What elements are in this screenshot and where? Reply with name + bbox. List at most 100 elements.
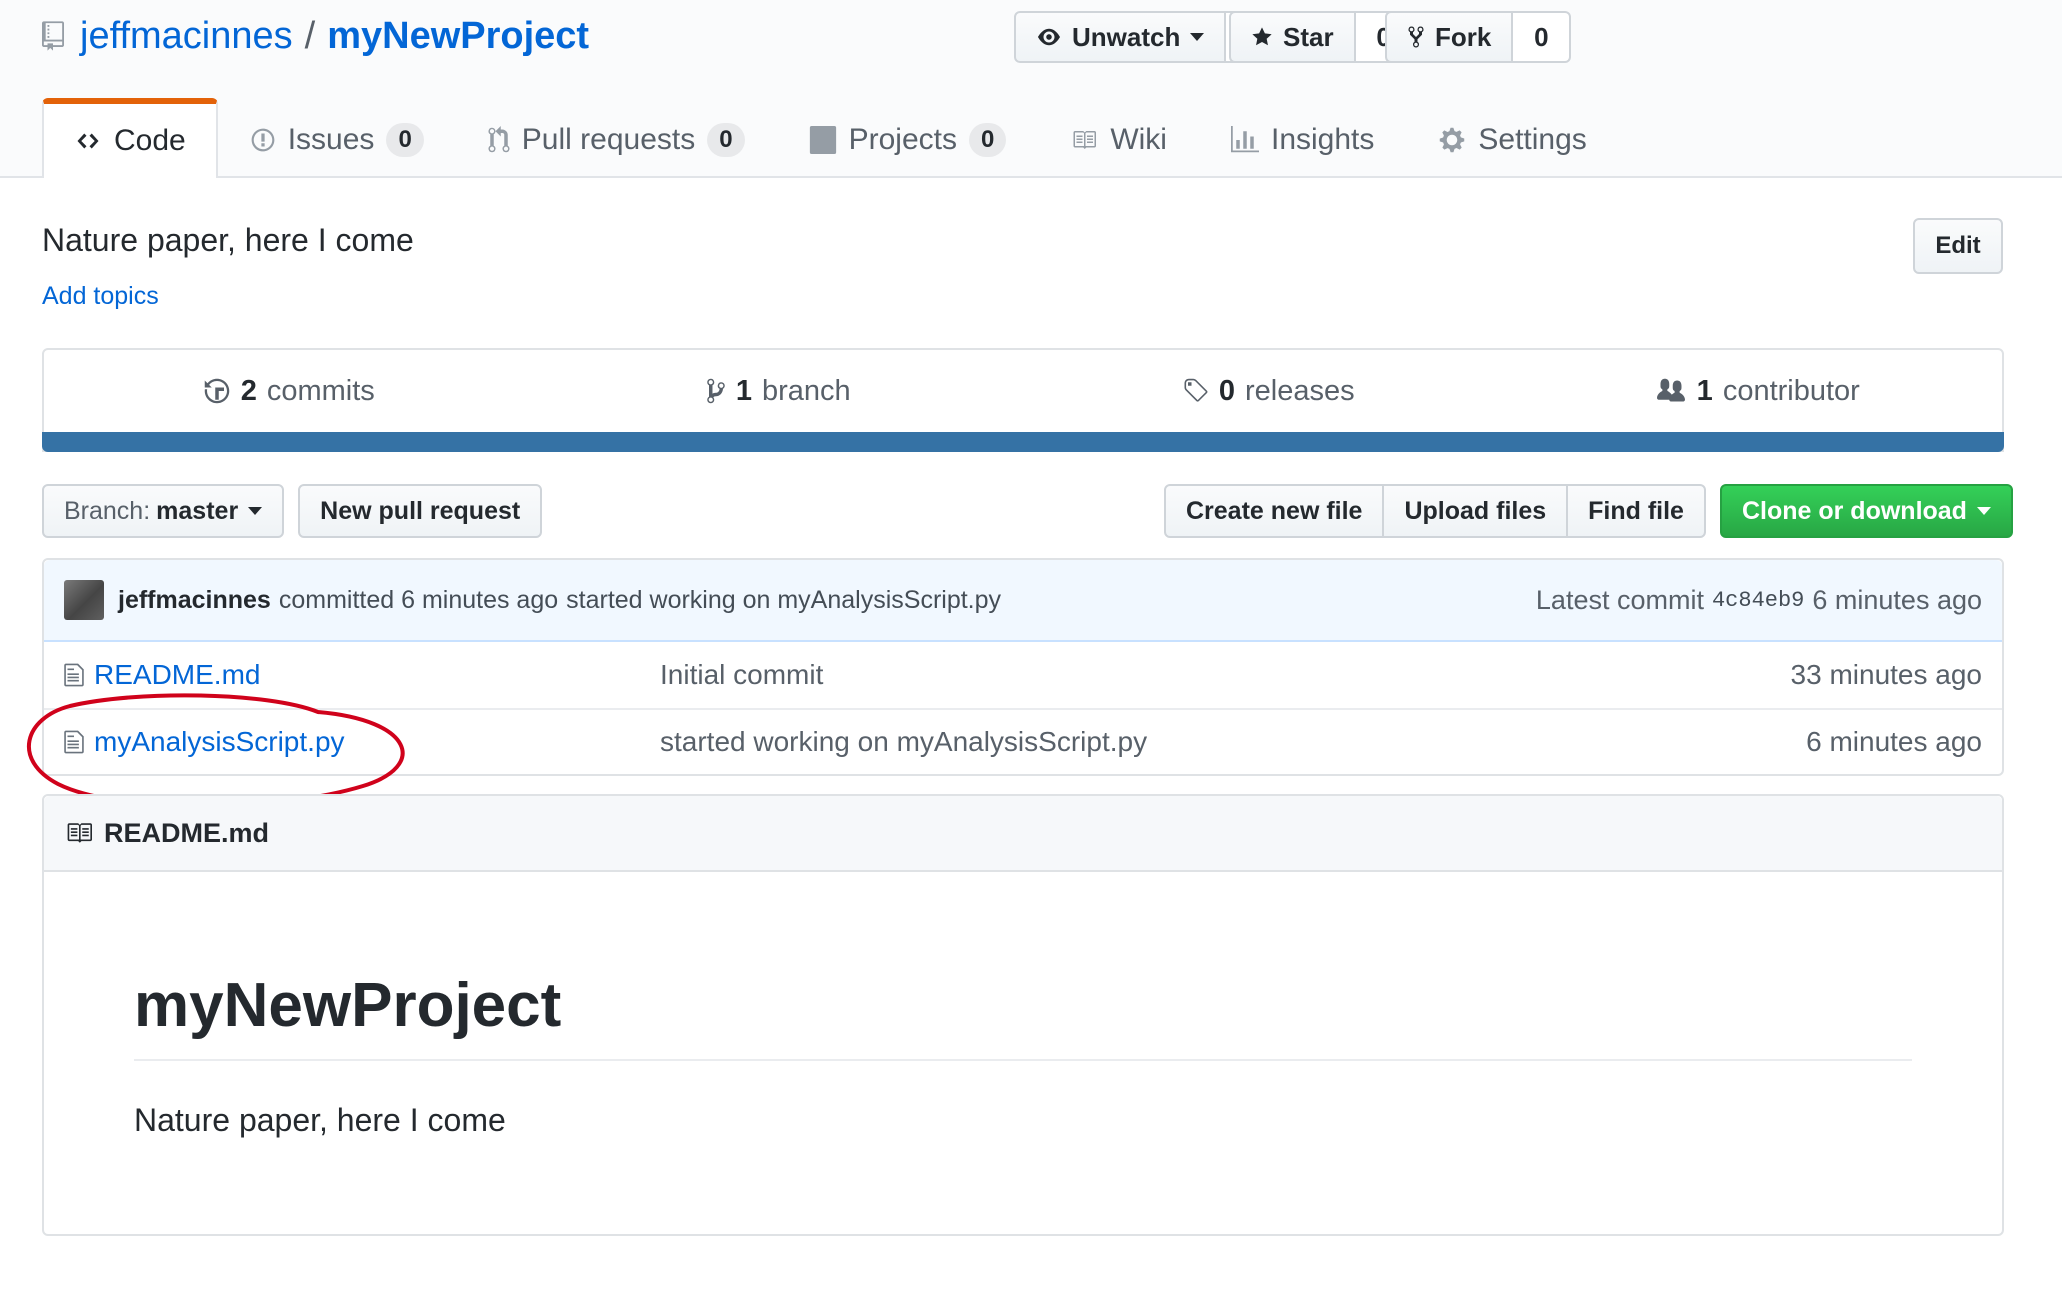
- code-icon: [74, 129, 102, 153]
- repo-header: jeffmacinnes / myNewProject Unwatch 1 St…: [0, 0, 2062, 178]
- commits-count: 2: [240, 374, 257, 407]
- tag-icon: [1181, 377, 1209, 405]
- commits-label: commits: [266, 374, 375, 407]
- star-label: Star: [1283, 21, 1334, 52]
- branches-label: branch: [761, 374, 851, 407]
- book-icon: [64, 820, 94, 846]
- branch-prefix: Branch:: [64, 496, 151, 525]
- find-file-button[interactable]: Find file: [1566, 484, 1706, 538]
- repo-nav: Code Issues 0 Pull requests 0 Projects 0: [42, 98, 1619, 178]
- branches-count: 1: [735, 374, 752, 407]
- latest-commit-label: Latest commit: [1535, 584, 1704, 615]
- file-commit-message-link[interactable]: Initial commit: [660, 659, 1791, 691]
- file-age: 6 minutes ago: [1806, 726, 1982, 757]
- star-icon: [1251, 26, 1273, 48]
- tab-projects[interactable]: Projects 0: [777, 98, 1039, 176]
- chevron-down-icon: [248, 507, 263, 515]
- new-pull-request-button[interactable]: New pull request: [298, 484, 543, 538]
- unwatch-button[interactable]: Unwatch: [1014, 11, 1227, 63]
- pull-requests-counter: 0: [707, 122, 745, 158]
- add-topics-link[interactable]: Add topics: [42, 282, 159, 311]
- tab-code-label: Code: [114, 124, 186, 157]
- graph-icon: [1230, 126, 1259, 154]
- issues-counter: 0: [386, 122, 424, 158]
- git-branch-icon: [706, 377, 726, 405]
- fork-icon: [1407, 25, 1425, 49]
- tab-insights-label: Insights: [1270, 123, 1375, 156]
- forks-count[interactable]: 0: [1513, 11, 1572, 63]
- file-action-group: Create new file Upload files Find file: [1164, 484, 1706, 538]
- clone-or-download-button[interactable]: Clone or download: [1719, 484, 2013, 538]
- issue-icon: [250, 127, 276, 153]
- tab-projects-label: Projects: [848, 123, 957, 156]
- tab-settings-label: Settings: [1478, 123, 1587, 156]
- releases-count: 0: [1218, 374, 1235, 407]
- file-age: 33 minutes ago: [1790, 659, 1982, 690]
- contributors-link[interactable]: 1 contributor: [1513, 350, 2003, 432]
- fork-button[interactable]: Fork: [1385, 11, 1514, 63]
- branches-link[interactable]: 1 branch: [534, 350, 1024, 432]
- unwatch-label: Unwatch: [1072, 21, 1181, 52]
- releases-label: releases: [1245, 374, 1355, 407]
- readme-body: Nature paper, here I come: [134, 1102, 506, 1138]
- chevron-down-icon: [1976, 507, 1991, 515]
- tab-settings[interactable]: Settings: [1406, 98, 1618, 176]
- commit-time-text: committed 6 minutes ago: [278, 585, 559, 614]
- history-icon: [203, 377, 231, 405]
- commit-sha-link[interactable]: 4c84eb9: [1712, 588, 1804, 613]
- star-button[interactable]: Star: [1229, 11, 1356, 63]
- file-list: jeffmacinnes committed 6 minutes ago sta…: [42, 558, 2004, 776]
- branch-controls: Branch: master New pull request: [42, 484, 543, 538]
- tab-issues[interactable]: Issues 0: [218, 98, 456, 176]
- readme-heading: myNewProject: [134, 970, 1912, 1061]
- tab-insights[interactable]: Insights: [1199, 98, 1406, 176]
- readme-filename: README.md: [104, 817, 270, 848]
- repo-owner-link[interactable]: jeffmacinnes: [80, 15, 293, 58]
- fork-label: Fork: [1435, 21, 1492, 52]
- contributors-label: contributor: [1722, 374, 1860, 407]
- latest-commit-bar: jeffmacinnes committed 6 minutes ago sta…: [44, 560, 2002, 642]
- file-commit-message-link[interactable]: started working on myAnalysisScript.py: [660, 726, 1806, 758]
- file-name-link[interactable]: myAnalysisScript.py: [94, 726, 345, 758]
- file-icon: [64, 729, 84, 755]
- numbers-summary: 2 commits 1 branch 0 releases 1 contribu…: [42, 348, 2004, 452]
- tab-wiki-label: Wiki: [1110, 123, 1167, 156]
- latest-commit-age: 6 minutes ago: [1812, 584, 1982, 615]
- tab-code[interactable]: Code: [42, 98, 218, 178]
- language-bar[interactable]: [42, 432, 2004, 452]
- organization-icon: [1655, 377, 1687, 405]
- tab-pull-requests[interactable]: Pull requests 0: [456, 98, 777, 176]
- repo-path-separator: /: [304, 14, 316, 57]
- fork-group: Fork 0: [1385, 11, 1572, 63]
- table-row: README.md Initial commit 33 minutes ago: [44, 642, 2002, 708]
- create-new-file-button[interactable]: Create new file: [1164, 484, 1385, 538]
- project-icon: [809, 126, 837, 154]
- tab-wiki[interactable]: Wiki: [1038, 98, 1199, 176]
- repo-title: jeffmacinnes / myNewProject: [42, 12, 589, 60]
- repo-icon: [42, 20, 64, 52]
- latest-commit-info: Latest commit 4c84eb9 6 minutes ago: [1536, 585, 1982, 616]
- git-pull-request-icon: [488, 126, 510, 154]
- book-icon: [1070, 128, 1098, 152]
- branch-name: master: [156, 496, 239, 525]
- file-icon: [64, 662, 84, 688]
- chevron-down-icon: [1190, 33, 1205, 41]
- contributors-count: 1: [1696, 374, 1713, 407]
- file-actions: Create new file Upload files Find file C…: [1164, 484, 2013, 538]
- branch-select-button[interactable]: Branch: master: [42, 484, 285, 538]
- repo-description: Nature paper, here I come: [42, 222, 414, 258]
- file-name-link[interactable]: README.md: [94, 659, 260, 691]
- releases-link[interactable]: 0 releases: [1023, 350, 1513, 432]
- repo-name-link[interactable]: myNewProject: [327, 15, 589, 58]
- edit-description-button[interactable]: Edit: [1913, 218, 2003, 274]
- readme-panel: README.md myNewProject Nature paper, her…: [42, 794, 2004, 1236]
- commit-message-link[interactable]: started working on myAnalysisScript.py: [566, 586, 1001, 615]
- readme-header: README.md: [44, 796, 2002, 872]
- clone-label: Clone or download: [1741, 496, 1967, 525]
- commit-author-link[interactable]: jeffmacinnes: [118, 586, 271, 615]
- upload-files-button[interactable]: Upload files: [1382, 484, 1569, 538]
- eye-icon: [1036, 26, 1062, 48]
- commits-link[interactable]: 2 commits: [44, 350, 534, 432]
- avatar[interactable]: [64, 580, 104, 620]
- projects-counter: 0: [968, 122, 1007, 158]
